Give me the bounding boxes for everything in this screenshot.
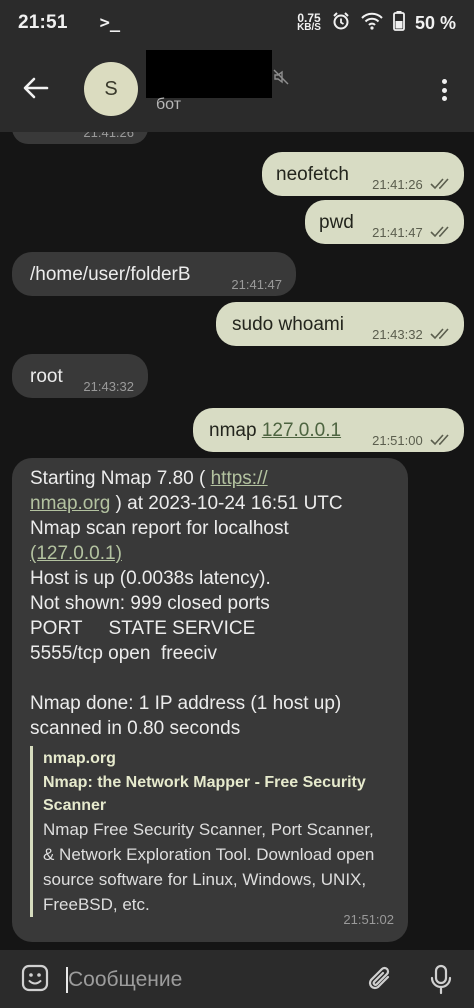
more-options-button[interactable] bbox=[432, 76, 456, 104]
nmap-output-text: Starting Nmap 7.80 ( https:// nmap.org )… bbox=[30, 468, 343, 739]
muted-icon bbox=[272, 68, 290, 91]
nmap-link-part1[interactable]: https:// bbox=[211, 468, 268, 489]
attach-button[interactable] bbox=[366, 964, 394, 999]
message-outgoing[interactable]: pwd 21:41:47 bbox=[305, 200, 464, 244]
status-bar: 21:51 >_ 0.75 KB/S 50 % bbox=[0, 0, 474, 46]
redacted-chat-title[interactable] bbox=[146, 50, 272, 98]
chat-header: S бот bbox=[0, 46, 474, 132]
double-check-icon bbox=[430, 226, 449, 238]
more-vert-icon bbox=[441, 79, 447, 84]
message-incoming[interactable]: /home/user/folderB 21:41:47 bbox=[12, 252, 296, 296]
message-time: 21:41:47 bbox=[372, 225, 423, 240]
message-time: 21:43:32 bbox=[83, 379, 134, 394]
status-indicators: 0.75 KB/S 50 % bbox=[297, 10, 456, 36]
message-outgoing[interactable]: neofetch 21:41:26 bbox=[262, 152, 464, 196]
battery-percent: 50 % bbox=[414, 12, 456, 33]
back-arrow-icon bbox=[23, 77, 49, 99]
chat-subtitle: бот bbox=[156, 96, 182, 113]
nmap-link-part2[interactable]: nmap.org bbox=[30, 493, 110, 514]
network-speed: 0.75 KB/S bbox=[297, 12, 321, 33]
message-time: 21:41:47 bbox=[231, 277, 282, 292]
message-time: 21:41:26 bbox=[83, 132, 134, 140]
message-input[interactable] bbox=[68, 964, 338, 996]
message-text: sudo whoami bbox=[232, 314, 344, 335]
link-preview-title: Nmap: the Network Mapper - Free Security… bbox=[43, 774, 366, 814]
double-check-icon bbox=[430, 434, 449, 446]
battery-icon bbox=[393, 10, 405, 36]
message-text: neofetch bbox=[276, 164, 349, 185]
message-text: root bbox=[30, 366, 63, 387]
wifi-icon bbox=[361, 12, 383, 35]
back-button[interactable] bbox=[20, 72, 52, 104]
link-preview[interactable]: nmap.org Nmap: the Network Mapper - Free… bbox=[30, 746, 384, 917]
status-time: 21:51 bbox=[18, 12, 68, 33]
emoji-icon bbox=[21, 964, 49, 992]
network-speed-unit: KB/S bbox=[297, 22, 321, 33]
message-text: pwd bbox=[319, 212, 354, 233]
ip-link[interactable]: 127.0.0.1 bbox=[262, 420, 341, 441]
message-time: 21:41:26 bbox=[372, 177, 423, 192]
avatar[interactable]: S bbox=[84, 62, 138, 116]
message-time: 21:51:02 bbox=[343, 912, 394, 927]
message-text: nmap 127.0.0.1 bbox=[209, 420, 342, 441]
message-incoming[interactable]: root 21:43:32 bbox=[12, 354, 148, 398]
message-incoming-partial[interactable]: 21:41:26 bbox=[12, 132, 148, 144]
message-list[interactable]: 21:41:26 neofetch 21:41:26 pwd 21:41:47 … bbox=[0, 132, 474, 950]
message-time: 21:43:32 bbox=[372, 327, 423, 342]
double-check-icon bbox=[430, 178, 449, 190]
localhost-ip-link[interactable]: (127.0.0.1) bbox=[30, 543, 122, 564]
double-check-icon bbox=[430, 328, 449, 340]
message-outgoing[interactable]: nmap 127.0.0.1 21:51:00 bbox=[193, 408, 464, 452]
message-text: /home/user/folderB bbox=[30, 264, 191, 285]
message-time: 21:51:00 bbox=[372, 433, 423, 448]
voice-record-button[interactable] bbox=[428, 964, 454, 1001]
message-incoming-nmap-output[interactable]: Starting Nmap 7.80 ( https:// nmap.org )… bbox=[12, 458, 408, 942]
link-preview-description: Nmap Free Security Scanner, Port Scanner… bbox=[43, 820, 375, 914]
message-outgoing[interactable]: sudo whoami 21:43:32 bbox=[216, 302, 464, 346]
emoji-button[interactable] bbox=[20, 963, 50, 998]
message-input-bar bbox=[0, 950, 474, 1008]
link-preview-site: nmap.org bbox=[43, 750, 116, 767]
alarm-icon bbox=[331, 11, 351, 36]
paperclip-icon bbox=[368, 966, 390, 990]
mic-icon bbox=[430, 964, 452, 995]
terminal-notification-icon: >_ bbox=[99, 13, 121, 33]
